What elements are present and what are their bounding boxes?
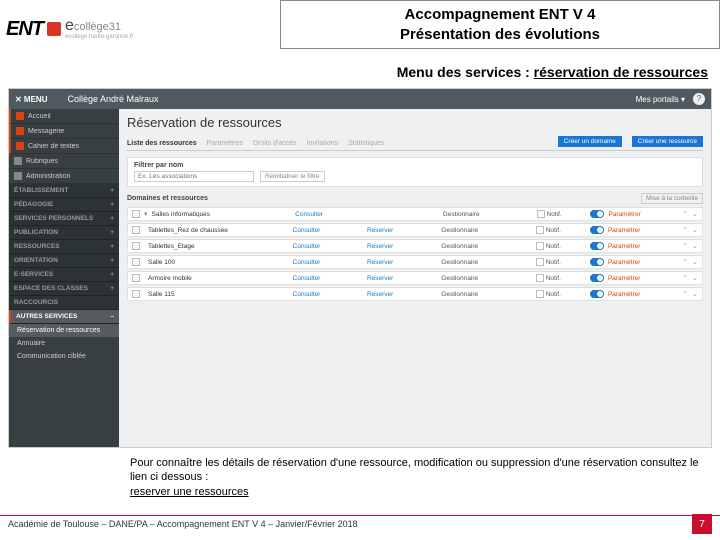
sidebar-sub-item[interactable]: Réservation de ressources	[9, 324, 119, 337]
slide-title: Accompagnement ENT V 4 Présentation des …	[280, 0, 720, 49]
chevron-down-icon[interactable]: ⌄	[692, 226, 698, 234]
logo-area: ENT ecollège31 ecollege.haute-garonne.fr	[0, 0, 280, 58]
tab-stats[interactable]: Statistiques	[348, 140, 384, 147]
sidebar-item[interactable]: Accueil	[9, 109, 119, 124]
resource-row: Salle 115ConsulterRéserverGestionnaireNo…	[127, 287, 703, 301]
menu-button[interactable]: ✕ MENU	[15, 95, 47, 104]
checkbox[interactable]	[132, 210, 140, 218]
main-panel: Réservation de ressources Liste des ress…	[119, 109, 711, 447]
trash-button[interactable]: Mise à la corbeille	[641, 193, 703, 204]
sidebar-section[interactable]: PÉDAGOGIE+	[9, 198, 119, 212]
sidebar-sub-item[interactable]: Communication ciblée	[9, 350, 119, 363]
tab-params[interactable]: Paramètres	[207, 140, 243, 147]
tab-rights[interactable]: Droits d'accès	[253, 140, 297, 147]
toggle[interactable]	[590, 242, 604, 250]
chevron-up-icon[interactable]: ⌃	[682, 274, 688, 282]
create-domain-button[interactable]: Créer un domaine	[558, 136, 622, 147]
chevron-up-icon[interactable]: ⌃	[682, 290, 688, 298]
app-screenshot: ✕ MENU Collège André Malraux Mes portail…	[8, 88, 712, 448]
sidebar: AccueilMessagerieCahier de textesRubriqu…	[9, 109, 119, 447]
resource-row: Armoire mobileConsulterRéserverGestionna…	[127, 271, 703, 285]
filter-box: Filtrer par nom Réinitialiser le filtre	[127, 157, 703, 187]
chevron-down-icon[interactable]: ⌄	[692, 258, 698, 266]
logo-mip-dot	[47, 22, 61, 36]
toggle[interactable]	[590, 210, 604, 218]
sidebar-section[interactable]: RESSOURCES+	[9, 240, 119, 254]
sidebar-section[interactable]: ÉTABLISSEMENT+	[9, 184, 119, 198]
sidebar-section[interactable]: AUTRES SERVICES–	[9, 310, 119, 324]
footer-text: Académie de Toulouse – DANE/PA – Accompa…	[8, 519, 358, 529]
checkbox[interactable]	[132, 274, 140, 282]
logo-ent: ENT	[6, 18, 43, 41]
caption: Pour connaître les détails de réservatio…	[130, 456, 704, 499]
chevron-down-icon[interactable]: ⌄	[692, 242, 698, 250]
help-icon[interactable]: ?	[693, 93, 705, 105]
resource-row: Salle 100ConsulterRéserverGestionnaireNo…	[127, 255, 703, 269]
chevron-down-icon[interactable]: ⌄	[692, 290, 698, 298]
chevron-up-icon[interactable]: ⌃	[682, 226, 688, 234]
sidebar-section[interactable]: RACCOURCIS	[9, 296, 119, 310]
tabs: Liste des ressources Paramètres Droits d…	[127, 136, 703, 151]
sidebar-section[interactable]: SERVICES PERSONNELS+	[9, 212, 119, 226]
portals-dropdown[interactable]: Mes portails ▾	[636, 95, 685, 104]
sidebar-item[interactable]: Cahier de textes	[9, 139, 119, 154]
checkbox[interactable]	[132, 290, 140, 298]
sidebar-section[interactable]: ORIENTATION+	[9, 254, 119, 268]
toggle[interactable]	[590, 226, 604, 234]
sidebar-section[interactable]: E-SERVICES+	[9, 268, 119, 282]
chevron-down-icon[interactable]: ⌄	[692, 274, 698, 282]
sidebar-item[interactable]: Messagerie	[9, 124, 119, 139]
school-name: Collège André Malraux	[67, 94, 158, 104]
sidebar-sub-item[interactable]: Annuaire	[9, 337, 119, 350]
sidebar-item[interactable]: Rubriques	[9, 154, 119, 169]
page-heading: Réservation de ressources	[127, 115, 703, 130]
expand-icon[interactable]: ▾	[144, 210, 148, 218]
checkbox[interactable]	[132, 258, 140, 266]
filter-label: Filtrer par nom	[134, 162, 696, 169]
toggle[interactable]	[590, 290, 604, 298]
tab-invites[interactable]: Invitations	[307, 140, 339, 147]
checkbox[interactable]	[132, 242, 140, 250]
page-number: 7	[692, 514, 712, 534]
sidebar-section[interactable]: ESPACE DES CLASSES+	[9, 282, 119, 296]
toggle[interactable]	[590, 274, 604, 282]
chevron-up-icon[interactable]: ⌃	[682, 242, 688, 250]
toggle[interactable]	[590, 258, 604, 266]
topbar: ✕ MENU Collège André Malraux Mes portail…	[9, 89, 711, 109]
slide-subtitle: Menu des services : réservation de resso…	[0, 58, 720, 84]
checkbox[interactable]	[132, 226, 140, 234]
reserve-link[interactable]: reserver une ressources	[130, 486, 249, 498]
create-resource-button[interactable]: Créer une ressource	[632, 136, 703, 147]
resource-row: Tablettes_Rez de chausséeConsulterRéserv…	[127, 223, 703, 237]
chevron-up-icon[interactable]: ⌃	[682, 210, 688, 218]
tab-list[interactable]: Liste des ressources	[127, 140, 197, 147]
sidebar-section[interactable]: PUBLICATION+	[9, 226, 119, 240]
filter-input[interactable]	[134, 171, 254, 182]
chevron-down-icon[interactable]: ⌄	[692, 210, 698, 218]
chevron-up-icon[interactable]: ⌃	[682, 258, 688, 266]
logo-e-college: ecollège31 ecollege.haute-garonne.fr	[65, 18, 133, 40]
domain-header: Domaines et ressources	[127, 195, 208, 202]
resource-row: ▾Salles informatiquesConsulterGestionnai…	[127, 207, 703, 221]
filter-reset-button[interactable]: Réinitialiser le filtre	[260, 171, 325, 182]
resource-row: Tablettes_EtageConsulterRéserverGestionn…	[127, 239, 703, 253]
sidebar-item[interactable]: Administration	[9, 169, 119, 184]
